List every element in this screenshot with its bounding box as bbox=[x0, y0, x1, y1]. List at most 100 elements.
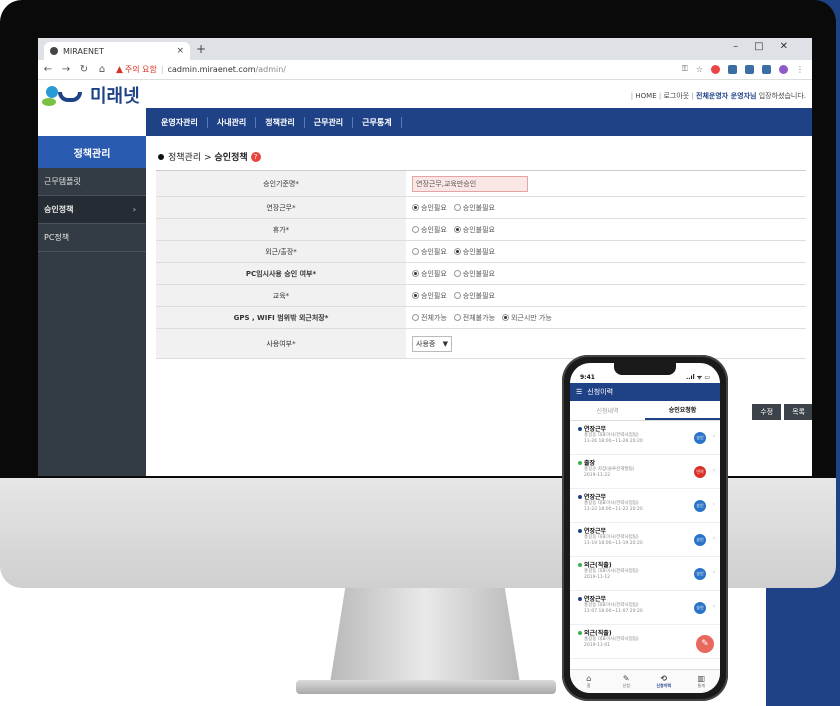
radio-unchecked[interactable] bbox=[453, 270, 461, 277]
bottom-nav-history[interactable]: ⟲ 신청이력 bbox=[645, 670, 683, 693]
bottom-nav-stats[interactable]: ▥ 통계 bbox=[683, 670, 721, 693]
list-item[interactable]: 연장근무 홍길동 대표이사(전략사업팀) 11-26 18:00~11-26 2… bbox=[570, 421, 720, 455]
list-button[interactable]: 목록 bbox=[784, 404, 812, 420]
list-item[interactable]: 연장근무 홍길동 대표이사(전략사업팀) 11-22 18:00~11-22 2… bbox=[570, 489, 720, 523]
list-item[interactable]: 연장근무 홍길동 대표이사(전략사업팀) 11-07 18:00~11-07 2… bbox=[570, 591, 720, 625]
warning-icon: ▲ bbox=[116, 64, 123, 75]
item-title: 연장근무 bbox=[584, 596, 607, 603]
monitor-stand-foot bbox=[296, 680, 556, 694]
radio-unchecked[interactable] bbox=[453, 292, 461, 299]
radio-option[interactable]: 승인불필요 bbox=[453, 269, 495, 279]
bottom-nav-home[interactable]: ⌂ 홈 bbox=[570, 670, 608, 693]
field-label: 휴가* bbox=[156, 219, 406, 240]
edit-button[interactable]: 수정 bbox=[752, 404, 782, 420]
back-icon[interactable]: ← bbox=[40, 64, 56, 75]
window-controls[interactable]: –□✕ bbox=[733, 41, 804, 52]
topnav-logout-link[interactable]: 로그아웃 bbox=[663, 92, 689, 100]
usage-select[interactable]: 사용중 ▼ bbox=[412, 335, 452, 352]
security-warning-text[interactable]: 주의 요함 bbox=[125, 64, 157, 75]
extension-blue-icon[interactable] bbox=[728, 64, 737, 74]
bottom-nav-request[interactable]: ✎ 신청 bbox=[608, 670, 646, 693]
topnav-home-link[interactable]: HOME bbox=[635, 92, 656, 100]
browser-tabbar: MIRAENET × + –□✕ bbox=[38, 38, 812, 60]
radio-unchecked[interactable] bbox=[453, 204, 461, 211]
radio-option[interactable]: 전체불가능 bbox=[453, 313, 495, 323]
status-badge: 승인 bbox=[694, 568, 706, 580]
radio-option[interactable]: 전체가능 bbox=[412, 313, 447, 323]
extension-cast-icon[interactable] bbox=[745, 64, 754, 74]
new-request-fab-icon[interactable]: ✎ bbox=[696, 635, 714, 653]
site-logo[interactable]: 미래넷 bbox=[42, 82, 140, 108]
field-value: 승인필요 승인불필요 bbox=[406, 241, 806, 262]
key-icon[interactable]: ⚿ bbox=[682, 64, 688, 74]
site-top-bar: | HOME | 로그아웃 | 전체운영자 운영자님 입장하셨습니다. bbox=[38, 80, 812, 108]
radio-checked[interactable] bbox=[453, 226, 461, 233]
list-item[interactable]: 출장 홍길순 차장(솔루션개발팀) 2019-11-22 반려 › bbox=[570, 455, 720, 489]
topnav-user-name: 전체운영자 운영자님 bbox=[696, 92, 757, 100]
item-title: 외근(직출) bbox=[584, 630, 612, 637]
status-dot-icon bbox=[578, 596, 582, 601]
url-host[interactable]: cadmin.miraenet.com bbox=[168, 65, 256, 74]
radio-option[interactable]: 승인필요 bbox=[412, 269, 447, 279]
profile-avatar-icon[interactable] bbox=[779, 64, 788, 74]
monitor-stand-neck bbox=[330, 588, 520, 683]
logo-mark-icon bbox=[42, 82, 86, 108]
radio-option[interactable]: 승인필요 bbox=[412, 247, 447, 257]
star-icon[interactable]: ☆ bbox=[696, 65, 703, 74]
url-path[interactable]: /admin/ bbox=[256, 65, 286, 74]
radio-checked[interactable] bbox=[453, 248, 461, 255]
bottom-nav-label: 신청 bbox=[622, 683, 630, 688]
radio-checked[interactable] bbox=[412, 270, 419, 277]
extension-doc-icon[interactable] bbox=[762, 64, 771, 74]
tab-request-history[interactable]: 신청내역 bbox=[570, 401, 645, 420]
home-icon[interactable]: ⌂ bbox=[94, 64, 110, 75]
radio-checked[interactable] bbox=[412, 292, 419, 299]
mainnav-item-company[interactable]: 사내관리 bbox=[208, 116, 257, 128]
menu-kebab-icon[interactable]: ⋮ bbox=[796, 65, 804, 74]
mainnav-item-policy[interactable]: 정책관리 bbox=[256, 116, 305, 128]
forward-icon[interactable]: → bbox=[58, 64, 74, 75]
breadcrumb-parent: 정책관리 > bbox=[168, 153, 212, 163]
radio-checked[interactable] bbox=[501, 314, 509, 321]
radio-option[interactable]: 승인필요 bbox=[412, 291, 447, 301]
phone-signal-icon: ..ıl ᯤ ▭ bbox=[686, 374, 710, 381]
tab-approval-inbox[interactable]: 승인요청함 bbox=[645, 401, 720, 420]
radio-option[interactable]: 승인필요 bbox=[412, 203, 447, 213]
browser-tab[interactable]: MIRAENET × bbox=[44, 42, 190, 60]
new-tab-icon[interactable]: + bbox=[196, 42, 206, 56]
sidebar-item-approval-policy[interactable]: 승인정책 › bbox=[38, 196, 146, 224]
radio-option[interactable]: 승인불필요 bbox=[453, 291, 495, 301]
radio-option[interactable]: 승인필요 bbox=[412, 225, 447, 235]
sidebar-item-work-template[interactable]: 근무템플릿 bbox=[38, 168, 146, 196]
radio-unchecked[interactable] bbox=[453, 314, 461, 321]
sidebar-item-pc-policy[interactable]: PC정책 bbox=[38, 224, 146, 252]
mainnav-item-operator[interactable]: 운영자관리 bbox=[152, 116, 208, 128]
radio-label: 승인불필요 bbox=[462, 225, 495, 234]
tab-close-icon[interactable]: × bbox=[176, 46, 184, 56]
status-badge: 승인 bbox=[694, 500, 706, 512]
radio-label: 전체불가능 bbox=[462, 313, 495, 322]
mainnav-item-work[interactable]: 근무관리 bbox=[305, 116, 354, 128]
radio-checked[interactable] bbox=[412, 204, 419, 211]
help-icon[interactable]: ? bbox=[250, 151, 261, 162]
radio-unchecked[interactable] bbox=[412, 314, 419, 321]
list-item[interactable]: 외근(직출) 홍길동 대표이사(전략사업팀) 2019-11-12 승인 › bbox=[570, 557, 720, 591]
phone-header: ☰ 신청이력 bbox=[570, 383, 720, 401]
list-item[interactable]: 연장근무 홍길동 대표이사(전략사업팀) 11-19 18:00~11-19 2… bbox=[570, 523, 720, 557]
phone-header-title: 신청이력 bbox=[587, 388, 614, 396]
form-row: 승인기준명* bbox=[156, 171, 806, 197]
reload-icon[interactable]: ↻ bbox=[76, 64, 92, 75]
radio-option[interactable]: 승인불필요 bbox=[453, 225, 495, 235]
radio-option[interactable]: 승인불필요 bbox=[453, 247, 495, 257]
mainnav-item-stats[interactable]: 근무통계 bbox=[353, 116, 402, 128]
radio-unchecked[interactable] bbox=[412, 248, 419, 255]
radio-option[interactable]: 외근시만 가능 bbox=[501, 313, 552, 323]
radio-label: 승인필요 bbox=[421, 203, 447, 212]
field-value: 승인필요 승인불필요 bbox=[406, 197, 806, 218]
radio-unchecked[interactable] bbox=[412, 226, 419, 233]
extension-red-icon[interactable] bbox=[711, 64, 720, 74]
policy-name-input[interactable] bbox=[412, 175, 528, 192]
radio-option[interactable]: 승인불필요 bbox=[453, 203, 495, 213]
hamburger-menu-icon[interactable]: ☰ bbox=[576, 388, 582, 396]
chevron-right-icon: › bbox=[712, 501, 715, 508]
